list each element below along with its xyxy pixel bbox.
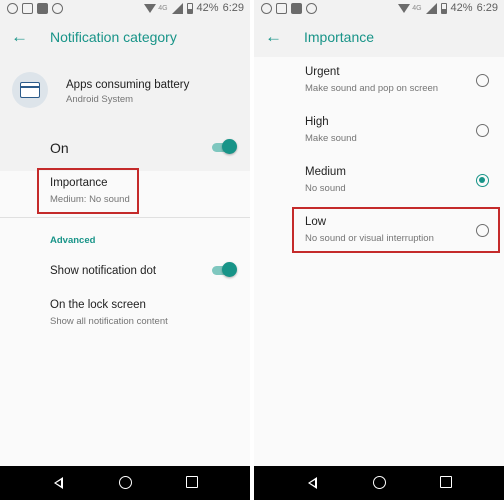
nav-home-icon[interactable] xyxy=(373,476,386,489)
option-urgent-title[interactable]: Urgent xyxy=(305,66,340,78)
nav-recents-icon[interactable] xyxy=(186,476,198,488)
navigation-bar xyxy=(0,466,250,500)
navigation-bar xyxy=(254,466,504,500)
image-icon xyxy=(291,3,302,14)
image-icon xyxy=(37,3,48,14)
clock: 6:29 xyxy=(476,2,498,14)
app-window-icon xyxy=(12,72,48,108)
app-bar: ← Importance xyxy=(254,19,504,57)
option-high-radio[interactable] xyxy=(476,124,489,137)
nav-home-icon[interactable] xyxy=(119,476,132,489)
status-bar: 4G 42% 6:29 xyxy=(254,0,504,19)
option-medium-title[interactable]: Medium xyxy=(305,166,346,178)
whatsapp-icon xyxy=(261,3,272,14)
section-header-advanced: Advanced xyxy=(50,235,96,246)
notification-icon xyxy=(52,3,63,14)
battery-percent: 42% xyxy=(196,2,219,14)
battery-percent: 42% xyxy=(450,2,473,14)
battery-icon xyxy=(440,2,447,14)
app-subtitle: Android System xyxy=(66,94,134,105)
gallery-icon xyxy=(276,3,287,14)
battery-icon xyxy=(186,2,193,14)
whatsapp-icon xyxy=(7,3,18,14)
option-high-summary: Make sound xyxy=(305,133,357,144)
app-name: Apps consuming battery xyxy=(66,79,190,91)
lock-screen-summary: Show all notification content xyxy=(50,316,168,327)
notification-icon xyxy=(306,3,317,14)
nav-back-icon[interactable] xyxy=(54,477,63,489)
lock-screen-title[interactable]: On the lock screen xyxy=(50,299,146,311)
wifi-icon xyxy=(144,3,157,13)
option-medium-summary: No sound xyxy=(305,183,346,194)
gallery-icon xyxy=(22,3,33,14)
notification-category-screen: 4G 42% 6:29 ← Notification category Apps… xyxy=(0,0,250,500)
notification-dot-label: Show notification dot xyxy=(50,265,157,277)
signal-icon xyxy=(425,2,437,14)
arrow-left-icon[interactable]: ← xyxy=(11,28,28,46)
nav-back-icon[interactable] xyxy=(308,477,317,489)
importance-highlight-box xyxy=(37,168,139,214)
master-toggle-label: On xyxy=(50,140,69,156)
wifi-icon xyxy=(398,3,411,13)
master-toggle[interactable] xyxy=(212,139,237,154)
importance-screen: 4G 42% 6:29 ← Importance Urgent Make sou… xyxy=(254,0,504,500)
status-bar: 4G 42% 6:29 xyxy=(0,0,250,19)
low-option-highlight-box xyxy=(292,207,500,253)
nav-recents-icon[interactable] xyxy=(440,476,452,488)
network-type: 4G xyxy=(412,4,422,12)
app-header: Apps consuming battery Android System On xyxy=(0,57,250,171)
clock: 6:29 xyxy=(222,2,244,14)
option-high-title[interactable]: High xyxy=(305,116,329,128)
page-title: Notification category xyxy=(50,29,177,45)
option-urgent-radio[interactable] xyxy=(476,74,489,87)
app-bar: ← Notification category xyxy=(0,19,250,57)
arrow-left-icon[interactable]: ← xyxy=(265,28,282,46)
page-title: Importance xyxy=(304,29,375,45)
divider xyxy=(0,217,250,218)
signal-icon xyxy=(171,2,183,14)
option-urgent-summary: Make sound and pop on screen xyxy=(305,83,439,94)
network-type: 4G xyxy=(158,4,168,12)
notification-dot-toggle[interactable] xyxy=(212,262,237,277)
option-medium-radio[interactable] xyxy=(476,174,489,187)
